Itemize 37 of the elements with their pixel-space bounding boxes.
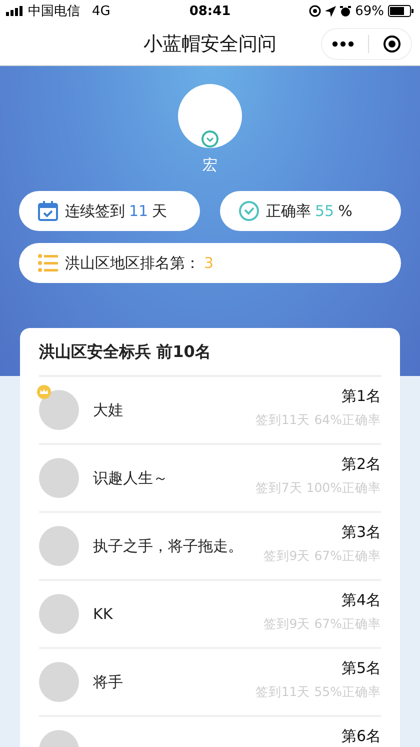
avatar-photo (39, 390, 79, 430)
carrier-name: 中国电信 (28, 3, 80, 20)
user-name: 将手 (93, 673, 123, 691)
rank-label: 第4名 (341, 591, 381, 610)
list-icon (37, 252, 59, 274)
user-name: KK (93, 605, 113, 623)
clock-badge-icon (201, 130, 219, 148)
calendar-check-icon (37, 200, 59, 222)
clock-time: 08:41 (189, 4, 231, 18)
alarm-icon (340, 6, 352, 16)
stat-text: 连续签到 11 天 (65, 202, 168, 220)
leaderboard-row[interactable]: 第6名 (39, 717, 381, 747)
user-name: 大娃 (93, 401, 123, 419)
user-name: 识趣人生～ (93, 469, 168, 487)
user-name: 执子之手，将子拖走。 (93, 537, 243, 555)
battery-icon (388, 5, 414, 17)
avatar-photo (39, 526, 79, 566)
user-name: 宏 (202, 156, 218, 175)
signal-icon (6, 6, 24, 16)
more-icon[interactable] (332, 41, 354, 47)
network-type: 4G (92, 4, 110, 18)
page-title: 小蓝帽安全问问 (144, 32, 276, 56)
rank-label: 第2名 (341, 455, 381, 474)
rank-label: 第6名 (341, 727, 381, 746)
avatar-photo (39, 662, 79, 702)
rank-label: 第1名 (341, 387, 381, 406)
stat-text: 洪山区地区排名第： 3 (65, 254, 215, 272)
location-arrow-icon (325, 6, 336, 16)
avatar-photo (39, 594, 79, 634)
rank-label: 第3名 (341, 523, 381, 542)
leaderboard-title: 洪山区安全标兵 前10名 (39, 328, 381, 377)
close-icon[interactable] (383, 35, 401, 53)
avatar-photo (39, 458, 79, 498)
rank-label: 第5名 (341, 659, 381, 678)
check-circle-icon (238, 200, 260, 222)
stat-text: 正确率 55 % (266, 202, 352, 220)
battery-percent: 69% (355, 4, 384, 18)
